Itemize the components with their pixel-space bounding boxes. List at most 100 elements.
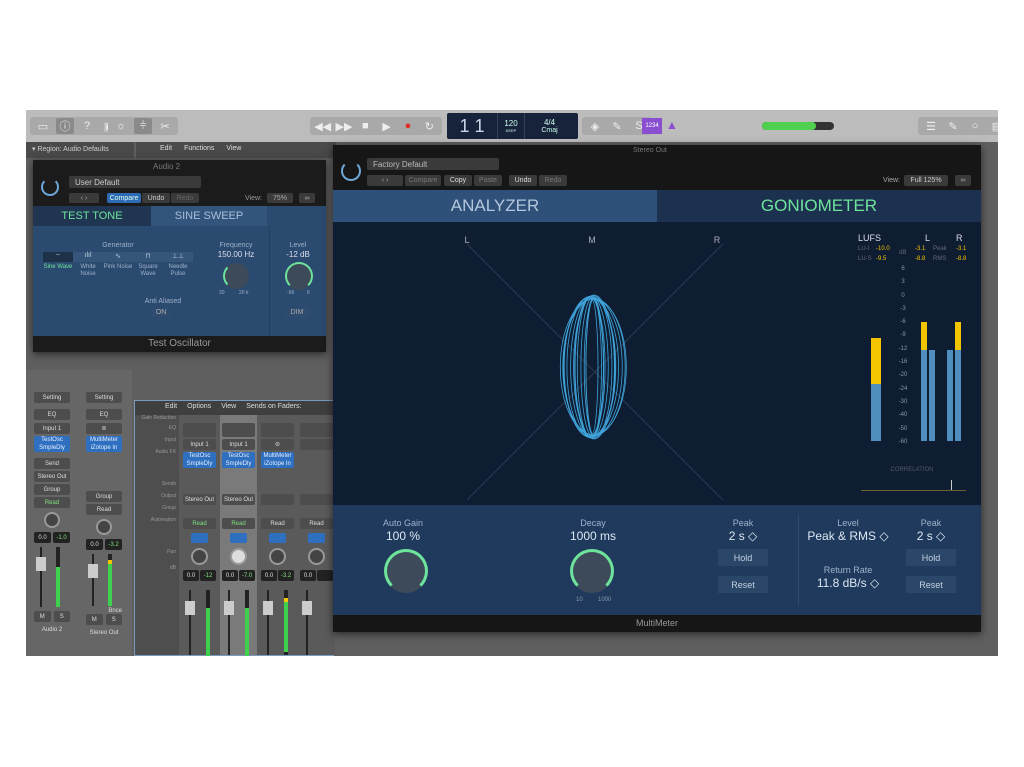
reset2-button[interactable]: Reset [906,576,956,593]
fx-slot[interactable]: TestOsc SmpleDly [183,452,216,468]
metronome-icon[interactable]: ▲ [666,118,678,132]
setting-button[interactable]: Setting [34,392,70,403]
waveform-option[interactable]: ~ Sine Wave [43,252,73,278]
waveform-icon[interactable] [308,533,325,543]
pan-knob[interactable] [308,548,325,565]
waveform-option[interactable]: ⊓ Square Wave [133,252,163,278]
solo-button[interactable]: S [105,614,122,625]
peak2-select[interactable]: 2 s ◇ [906,529,956,543]
fx-slot[interactable]: MultiMeter iZotope In [261,452,294,468]
send-slot[interactable]: Send [34,458,70,469]
output-slot[interactable]: Stereo Out [183,494,216,505]
automation-mode[interactable]: Read [34,497,70,508]
tab-goniometer[interactable]: GONIOMETER [657,190,981,222]
mute-button[interactable]: M [34,611,51,622]
dim-button[interactable]: DIM [285,308,309,317]
decay-knob[interactable] [570,549,614,593]
power-icon[interactable] [341,161,361,181]
fader-handle[interactable] [263,601,273,615]
input-slot[interactable] [300,439,333,450]
library-icon[interactable]: ▭ [34,118,52,134]
automation-mode[interactable]: Read [222,518,255,529]
redo-button[interactable]: Redo [539,175,567,186]
mixer-view-menu[interactable]: View [221,403,236,413]
stop-icon[interactable]: ■ [357,118,374,134]
link-icon[interactable]: ∞ [299,193,315,203]
level-mode-select[interactable]: Peak & RMS ◇ [803,529,893,543]
eq-button[interactable]: EQ [86,409,122,420]
input-slot[interactable]: ⊜ [86,423,122,434]
input-slot[interactable]: Input 1 [34,423,70,434]
master-volume-slider[interactable] [762,122,834,130]
forward-icon[interactable]: ▶▶ [335,118,353,134]
view-zoom-select[interactable]: Full 125% [904,175,948,186]
pan-knob[interactable] [191,548,208,565]
pan-knob[interactable] [44,512,60,528]
automation-mode[interactable]: Read [86,504,122,515]
reset-button[interactable]: Reset [718,576,768,593]
link-icon[interactable]: ∞ [955,175,971,186]
peak-hold-select[interactable]: 2 s ◇ [718,529,768,543]
power-icon[interactable] [41,178,59,196]
record-icon[interactable]: ● [399,118,416,134]
tab-analyzer[interactable]: ANALYZER [333,190,657,222]
functions-menu[interactable]: Functions [184,145,214,155]
waveform-icon[interactable] [230,533,247,543]
mixer-edit-menu[interactable]: Edit [165,403,177,413]
pan-knob[interactable] [230,548,247,565]
output-slot[interactable]: Stereo Out [34,471,70,482]
browser-icon[interactable]: ▤ [988,118,998,134]
eq-button[interactable]: EQ [34,409,70,420]
solo-button[interactable]: S [53,611,70,622]
rewind-icon[interactable]: ◀◀ [314,118,331,134]
sends-on-faders[interactable]: Sends on Faders: [246,403,301,413]
count-in-button[interactable]: 1234 [642,118,662,134]
scissors-icon[interactable]: ✂ [156,118,174,134]
eq-slot[interactable] [183,423,216,437]
smart-controls-icon[interactable]: ☼ [112,118,130,134]
preset-menu[interactable]: User Default [69,176,201,188]
paste-button[interactable]: Paste [474,175,502,186]
redo-button[interactable]: Redo [171,193,199,203]
output-slot[interactable] [300,494,333,505]
edit-menu[interactable]: Edit [160,145,172,155]
anti-aliased-toggle[interactable]: ON [151,308,171,317]
prev-next-buttons[interactable]: ‹ › [367,175,403,186]
mixer-icon[interactable]: ⫩ [134,118,152,134]
fx-slot[interactable]: TestOsc SmpleDly [34,436,70,452]
view-menu[interactable]: View [226,145,241,155]
tab-test-tone[interactable]: TEST TONE [33,206,151,226]
view-zoom-select[interactable]: 75% [267,193,293,203]
group-slot[interactable]: Group [34,484,70,495]
fader-handle[interactable] [185,601,195,615]
auto-gain-knob[interactable] [384,549,428,593]
eq-slot[interactable] [261,423,294,437]
waveform-icon[interactable] [191,533,208,543]
input-slot[interactable]: Input 1 [222,439,255,450]
fx-slot[interactable]: MultiMeter iZotope In [86,436,122,452]
setting-button[interactable]: Setting [86,392,122,403]
pan-knob[interactable] [96,519,112,535]
fader-handle[interactable] [302,601,312,615]
input-slot[interactable]: ⊜ [261,439,294,450]
waveform-option[interactable]: ılıl White Noise [73,252,103,278]
help-icon[interactable]: ? [78,118,96,134]
undo-button[interactable]: Undo [509,175,537,186]
prev-next-buttons[interactable]: ‹ › [69,193,99,203]
info-icon[interactable]: ⓘ [56,118,74,134]
region-inspector[interactable]: ▾ Region: Audio Defaults [26,142,134,158]
output-slot[interactable]: Stereo Out [222,494,255,505]
loops-icon[interactable]: ○ [966,118,984,134]
fader[interactable] [86,550,122,608]
fader[interactable] [34,543,70,611]
automation-mode[interactable]: Read [183,518,216,529]
mixer-options-menu[interactable]: Options [187,403,211,413]
undo-button[interactable]: Undo [142,193,170,203]
eq-slot[interactable] [300,423,333,437]
hold2-button[interactable]: Hold [906,549,956,566]
fx-slot[interactable]: TestOsc SmpleDly [222,452,255,468]
tab-sine-sweep[interactable]: SINE SWEEP [151,206,267,226]
waveform-option[interactable]: ⊥⊥ Needle Pulse [163,252,193,278]
mute-button[interactable]: M [86,614,103,625]
list-icon[interactable]: ☰ [922,118,940,134]
